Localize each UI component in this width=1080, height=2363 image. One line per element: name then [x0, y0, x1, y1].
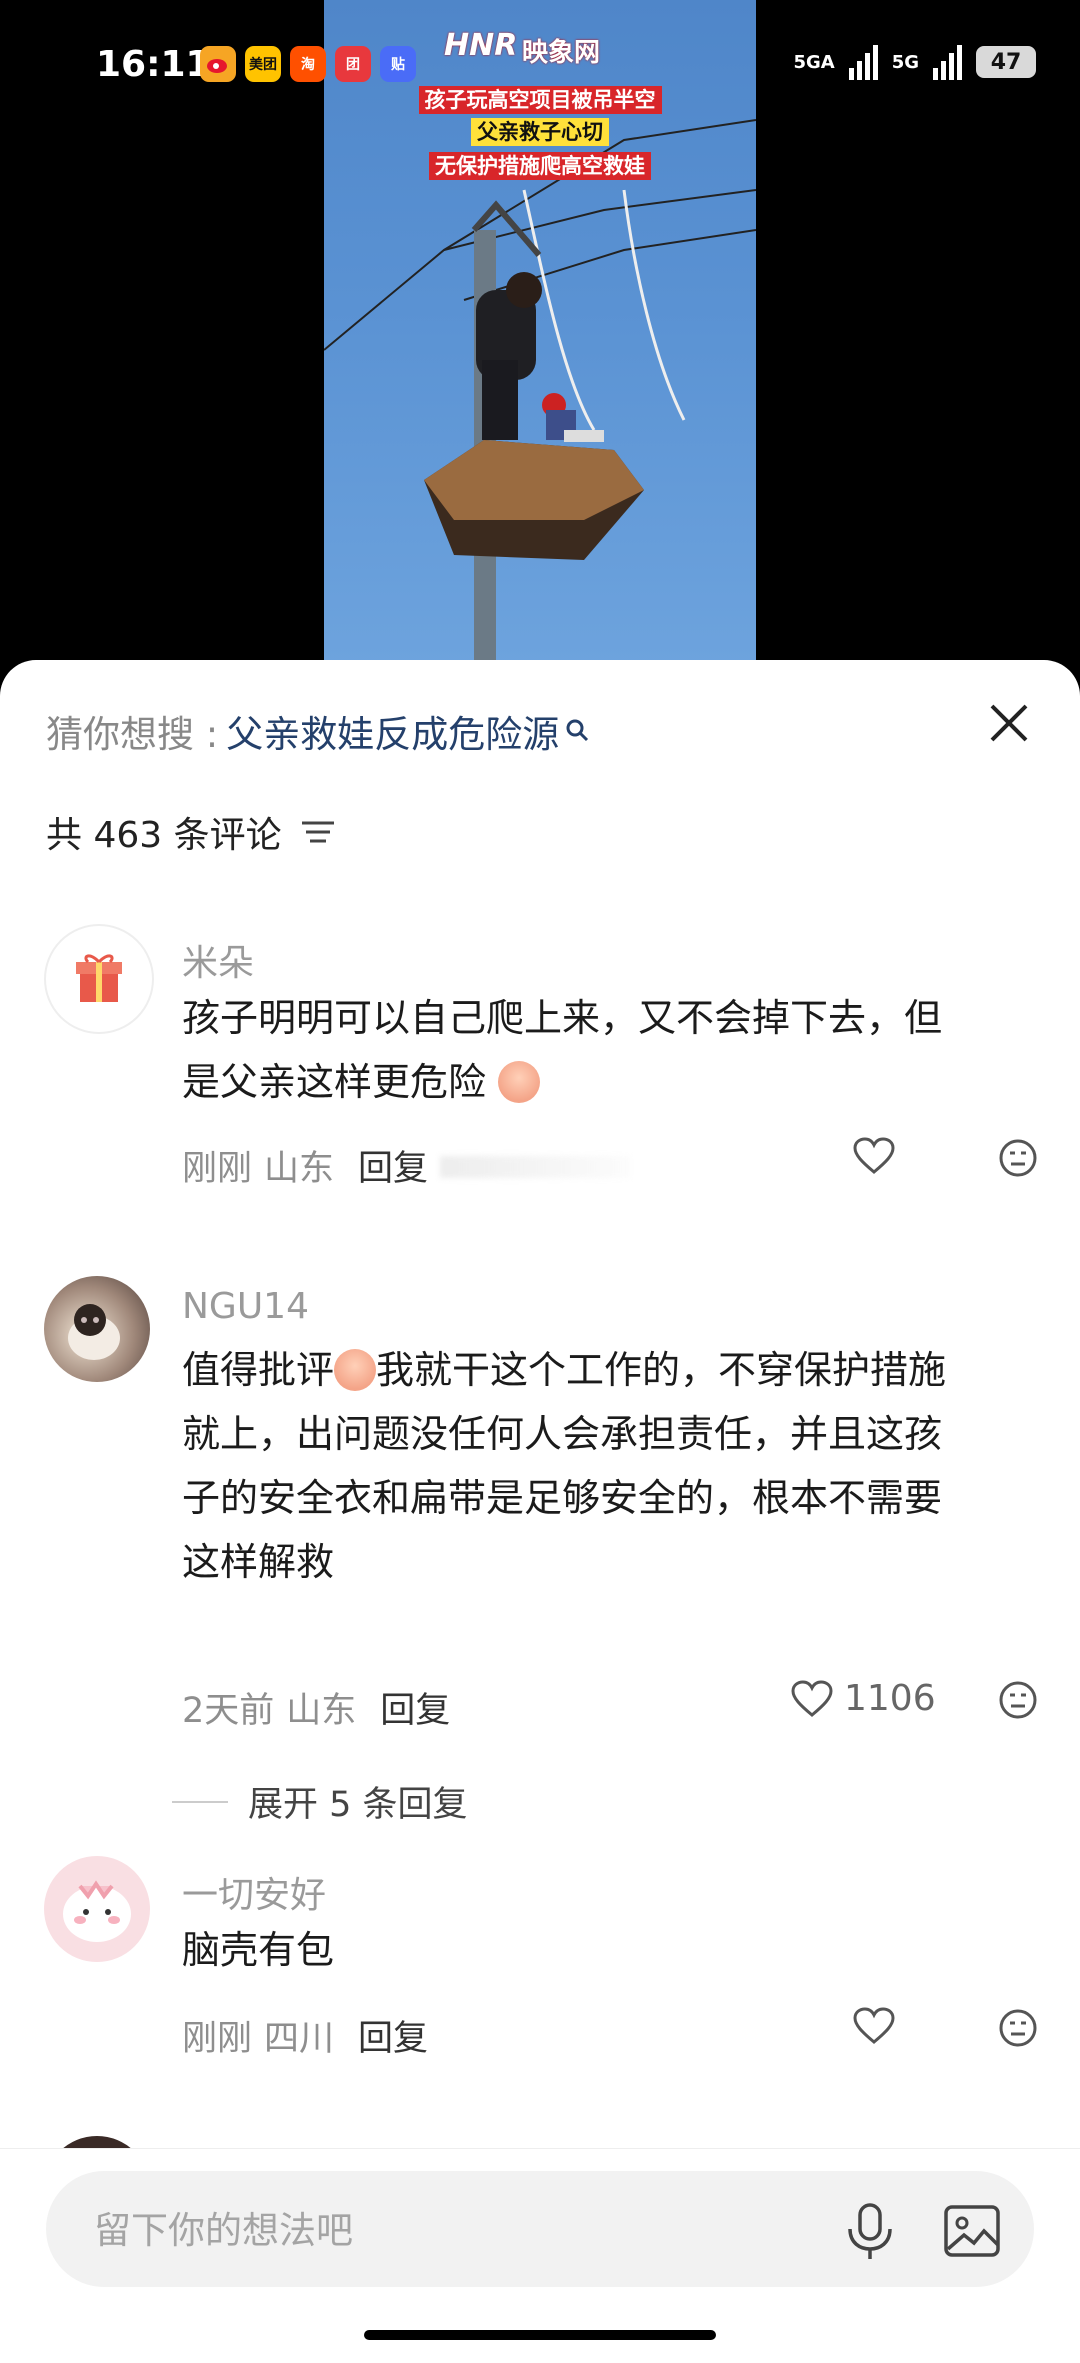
like-button[interactable] — [852, 1136, 896, 1176]
like-count: 1106 — [844, 1678, 936, 1719]
image-icon[interactable] — [942, 2201, 1002, 2261]
video-logo: HNR 映象网 — [444, 26, 644, 70]
divider — [172, 1800, 228, 1803]
comment-username[interactable]: 一切安好 — [182, 1866, 326, 1918]
video-headline-3: 无保护措施爬高空救娃 — [324, 150, 756, 180]
comment-input[interactable] — [92, 2171, 796, 2289]
comment-meta: 刚刚 山东 回复 — [182, 1140, 428, 1191]
comment-time: 2天前 — [182, 1691, 275, 1731]
status-indicators: 5GA 5G 47 — [793, 44, 1036, 80]
avatar[interactable] — [44, 1276, 150, 1382]
network-label-1: 5GA — [793, 51, 835, 73]
avatar[interactable] — [44, 924, 154, 1034]
signal-icon-2 — [933, 44, 962, 80]
expand-replies-button[interactable]: 展开 5 条回复 — [172, 1776, 468, 1827]
comment-username[interactable]: NGU14 — [182, 1286, 309, 1327]
gift-icon — [76, 954, 122, 1002]
blurred-overlay — [440, 1156, 630, 1178]
comment-username[interactable]: 米朵 — [182, 934, 254, 986]
crying-emoji-icon — [498, 1061, 541, 1103]
comment-time: 刚刚 — [182, 1149, 253, 1189]
notification-app-icons: 美团 淘 团 贴 — [200, 46, 416, 82]
home-indicator[interactable] — [364, 2330, 716, 2340]
meituan-icon: 美团 — [245, 46, 281, 82]
comment-meta: 刚刚 四川 回复 — [182, 2010, 428, 2061]
heart-icon — [791, 1679, 833, 1717]
heart-icon — [853, 2007, 895, 2044]
comment-count: 共 463 条评论 — [46, 815, 282, 856]
like-button[interactable] — [852, 2006, 896, 2046]
crying-emoji-icon — [334, 1349, 377, 1391]
comment-location: 山东 — [286, 1691, 357, 1731]
video-headline-2: 父亲救子心切 — [324, 116, 756, 146]
heart-icon — [853, 1137, 895, 1174]
close-icon[interactable] — [986, 700, 1032, 746]
reply-button[interactable]: 回复 — [380, 1682, 450, 1733]
logo-site-name: 映象网 — [522, 38, 601, 68]
signal-icon — [848, 44, 878, 80]
comment-meta: 2天前 山东 回复 — [182, 1682, 450, 1733]
taobao-icon: 淘 — [290, 46, 326, 82]
reply-button[interactable]: 回复 — [358, 2010, 428, 2061]
comment-count-header: 共 463 条评论 — [46, 806, 336, 858]
video-frame: HNR 映象网 孩子玩高空项目被吊半空 父亲救子心切 无保护措施爬高空救娃 — [324, 0, 756, 680]
comment-location: 山东 — [264, 1149, 335, 1189]
comment-text[interactable]: 脑壳有包 — [182, 1918, 1022, 1982]
network-label-2: 5G — [891, 51, 919, 73]
search-suggestion-keyword[interactable]: 父亲救娃反成危险源 — [226, 704, 559, 758]
comment-text[interactable]: 孩子明明可以自己爬上来，又不会掉下去，但 是父亲这样更危险 — [182, 986, 1022, 1114]
tieba-icon: 贴 — [380, 46, 416, 82]
video-headline-1: 孩子玩高空项目被吊半空 — [324, 84, 756, 114]
cat-avatar-image — [68, 1304, 120, 1360]
comment-input-container[interactable] — [46, 2171, 1034, 2289]
comment-text[interactable]: 值得批评 我就干这个工作的，不穿保护措施 就上，出问题没任何人会承担责任，并且这孩… — [182, 1338, 1022, 1594]
reply-button[interactable]: 回复 — [358, 1140, 428, 1191]
video-player[interactable]: HNR 映象网 孩子玩高空项目被吊半空 父亲救子心切 无保护措施爬高空救娃 16… — [0, 0, 1080, 680]
cute-character-avatar — [63, 1880, 131, 1942]
comments-sheet: 猜你想搜 : 父亲救娃反成危险源 共 463 条评论 米朵 孩子明明可以自己爬上… — [0, 660, 1080, 2362]
search-suggestion[interactable]: 猜你想搜 : 父亲救娃反成危险源 — [46, 704, 591, 758]
expand-replies-label: 展开 5 条回复 — [248, 1785, 468, 1825]
app-icon: 团 — [335, 46, 371, 82]
like-button[interactable]: 1106 — [790, 1678, 936, 1719]
microphone-icon[interactable] — [842, 2201, 898, 2261]
comment-time: 刚刚 — [182, 2019, 253, 2059]
sort-filter-icon[interactable] — [300, 817, 336, 847]
status-time: 16:11 — [96, 44, 211, 85]
emoji-reaction-icon[interactable] — [998, 2008, 1038, 2048]
emoji-reaction-icon[interactable] — [998, 1680, 1038, 1720]
weibo-icon — [200, 46, 236, 82]
comment-location: 四川 — [264, 2019, 335, 2059]
search-suggestion-prefix: 猜你想搜 : — [46, 713, 219, 756]
logo-hnr: HNR — [444, 28, 518, 63]
avatar[interactable] — [44, 1856, 150, 1962]
battery-icon: 47 — [976, 46, 1036, 78]
emoji-reaction-icon[interactable] — [998, 1138, 1038, 1178]
search-icon — [566, 719, 589, 742]
